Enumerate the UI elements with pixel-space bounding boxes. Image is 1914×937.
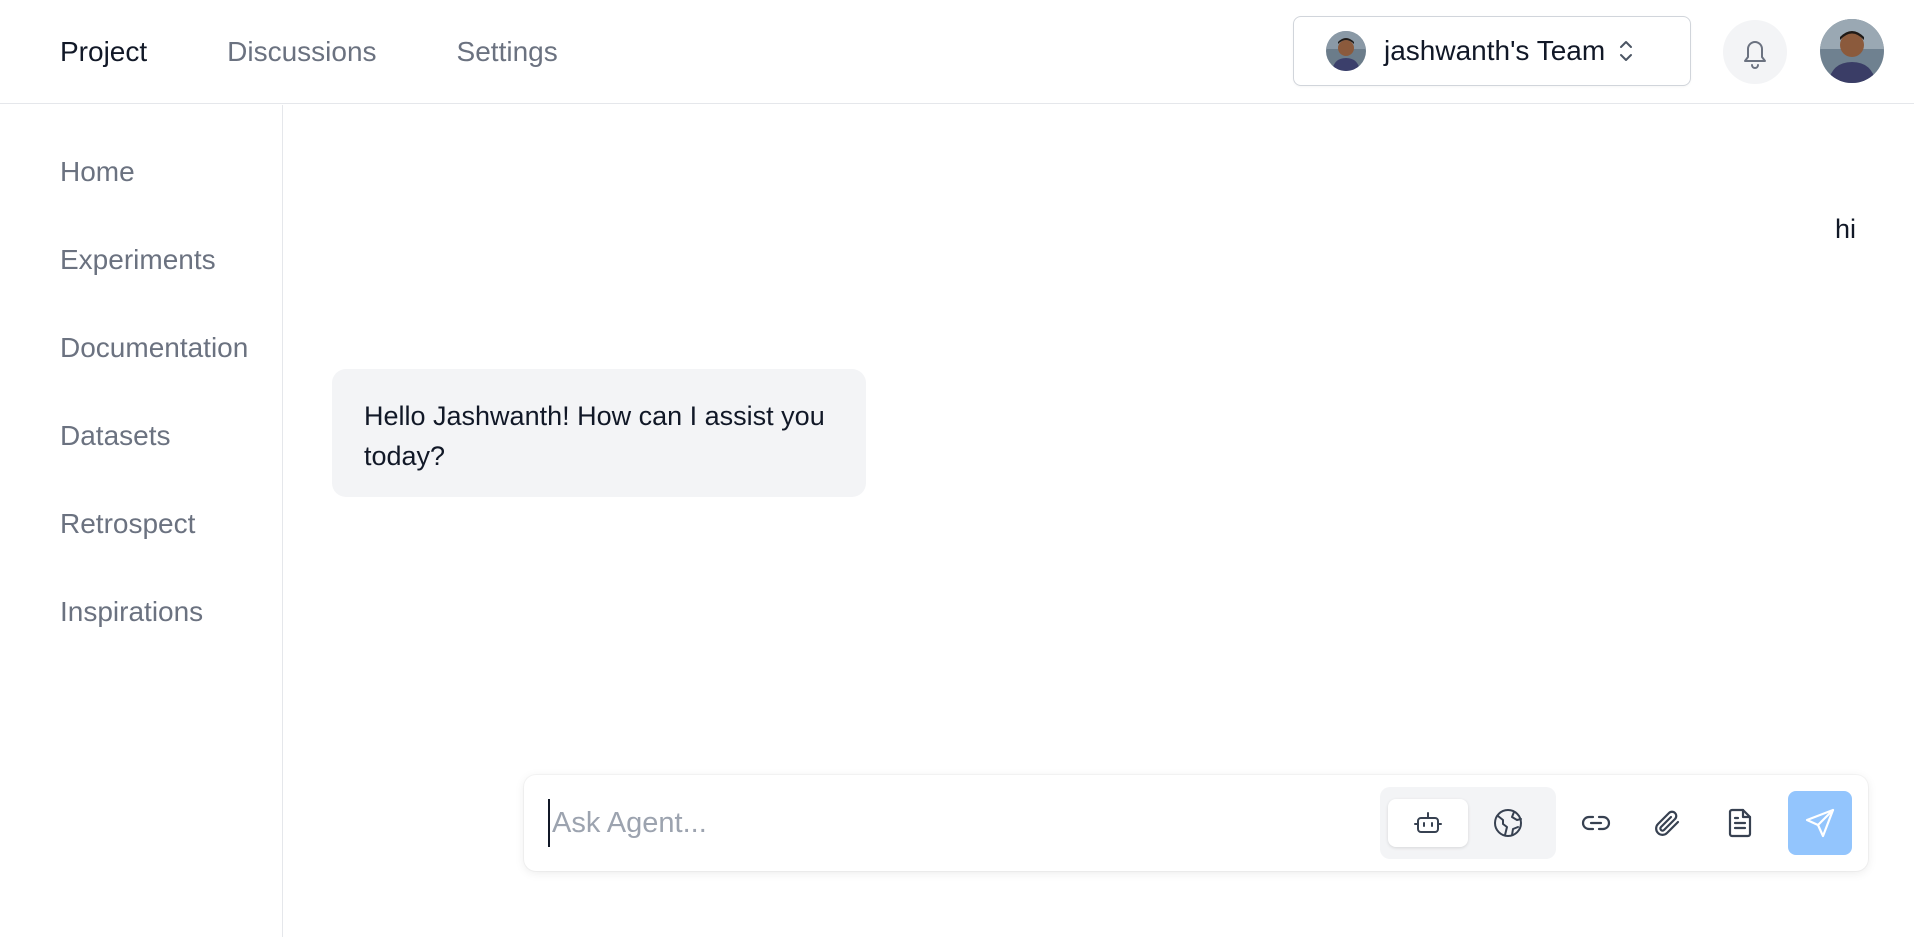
sidebar-item-retrospect[interactable]: Retrospect bbox=[60, 510, 195, 538]
sidebar-item-datasets[interactable]: Datasets bbox=[60, 422, 171, 450]
nav-tab-discussions[interactable]: Discussions bbox=[227, 38, 376, 66]
attach-file-button[interactable] bbox=[1644, 799, 1692, 847]
team-switcher-button[interactable]: jashwanth's Team bbox=[1293, 16, 1691, 86]
nav-tab-settings[interactable]: Settings bbox=[457, 38, 558, 66]
link-icon bbox=[1580, 807, 1612, 839]
agent-mode-button[interactable] bbox=[1388, 799, 1468, 847]
team-name: jashwanth's Team bbox=[1384, 35, 1606, 66]
ask-agent-input[interactable] bbox=[548, 799, 1348, 847]
sidebar: Home Experiments Documentation Datasets … bbox=[0, 105, 283, 937]
notifications-button[interactable] bbox=[1723, 20, 1787, 84]
sidebar-item-documentation[interactable]: Documentation bbox=[60, 334, 248, 362]
user-message: hi bbox=[1834, 214, 1856, 244]
sidebar-item-home[interactable]: Home bbox=[60, 158, 135, 186]
top-header: Project Discussions Settings jashwanth's… bbox=[0, 0, 1914, 104]
send-button[interactable] bbox=[1788, 791, 1852, 855]
top-nav: Project Discussions Settings bbox=[60, 0, 558, 104]
link-button[interactable] bbox=[1572, 799, 1620, 847]
document-icon bbox=[1724, 807, 1756, 839]
sidebar-item-inspirations[interactable]: Inspirations bbox=[60, 598, 203, 626]
globe-icon bbox=[1492, 807, 1524, 839]
paperclip-icon bbox=[1652, 807, 1684, 839]
message-composer bbox=[524, 775, 1868, 871]
nav-tab-project[interactable]: Project bbox=[60, 38, 147, 66]
agent-message: Hello Jashwanth! How can I assist you to… bbox=[332, 369, 866, 497]
document-button[interactable] bbox=[1716, 799, 1764, 847]
web-mode-button[interactable] bbox=[1468, 799, 1548, 847]
chevron-up-down-icon bbox=[1617, 37, 1635, 65]
bell-icon bbox=[1740, 35, 1770, 69]
user-avatar[interactable] bbox=[1820, 19, 1884, 83]
team-avatar bbox=[1326, 31, 1366, 71]
mode-toggle bbox=[1380, 787, 1556, 859]
sidebar-item-experiments[interactable]: Experiments bbox=[60, 246, 216, 274]
send-icon bbox=[1803, 806, 1837, 840]
robot-icon bbox=[1413, 808, 1443, 838]
